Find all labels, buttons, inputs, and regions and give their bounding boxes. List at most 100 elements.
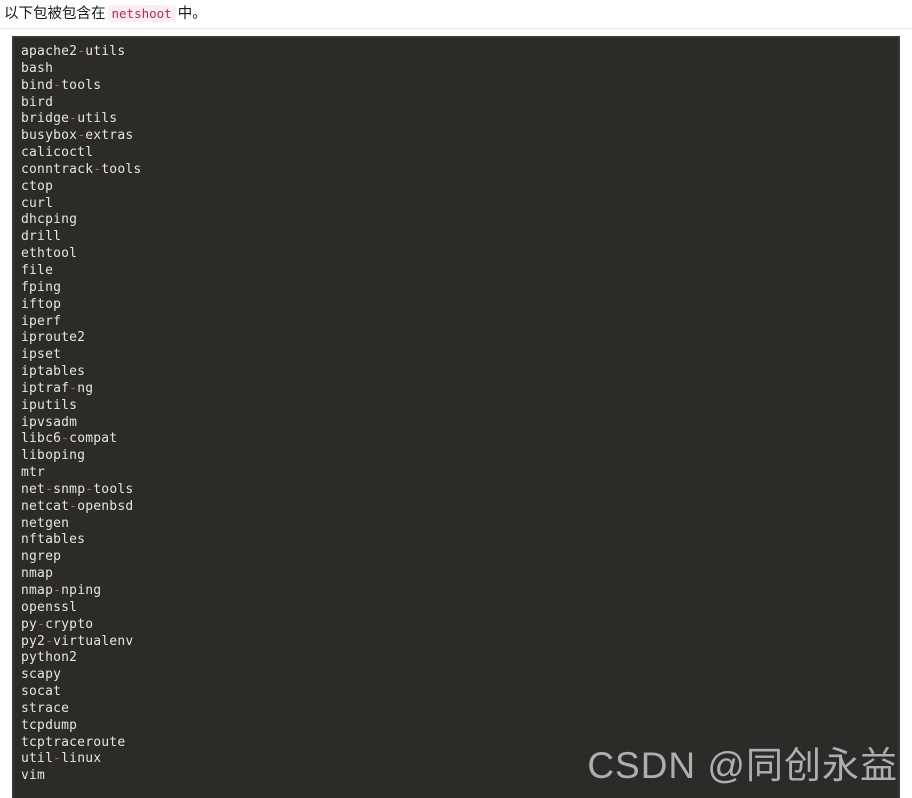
package-name-segment: calicoctl — [21, 145, 94, 161]
package-name-segment: utils — [77, 111, 118, 127]
package-line: busybox-extras — [21, 128, 898, 145]
header-paragraph: 以下包被包含在 netshoot 中。 — [4, 5, 207, 22]
package-name-segment: fping — [21, 279, 62, 295]
package-line: ipvsadm — [21, 415, 898, 432]
package-line: libc6-compat — [21, 431, 898, 448]
package-line: bind-tools — [21, 78, 898, 95]
package-line: curl — [21, 196, 898, 213]
package-name-segment: netcat — [21, 498, 70, 514]
package-name-segment: iftop — [21, 296, 62, 312]
hyphen-token: - — [77, 44, 86, 59]
package-line: nmap-nping — [21, 583, 898, 600]
package-name-segment: nftables — [21, 532, 86, 548]
package-line: conntrack-tools — [21, 162, 898, 179]
package-name-segment: tcptraceroute — [21, 734, 126, 750]
package-name-segment: libc6 — [21, 431, 62, 447]
package-name-segment: net — [21, 481, 46, 497]
hyphen-token: - — [69, 111, 78, 127]
package-name-segment: mtr — [21, 465, 46, 481]
inline-code-netshoot: netshoot — [107, 5, 176, 22]
package-line: netgen — [21, 516, 898, 533]
hyphen-token: - — [69, 498, 78, 514]
package-line: bird — [21, 95, 898, 112]
package-name-segment: bind — [21, 77, 54, 93]
package-line: py2-virtualenv — [21, 634, 898, 651]
hyphen-token: - — [69, 380, 78, 396]
package-line: ngrep — [21, 549, 898, 566]
package-name-segment: netgen — [21, 515, 70, 531]
package-name-segment: strace — [21, 700, 70, 716]
package-line: strace — [21, 701, 898, 718]
package-name-segment: tools — [101, 161, 142, 177]
header-text-after: 中。 — [177, 6, 207, 22]
package-name-segment: file — [21, 262, 54, 278]
package-list: apache2-utils bash bind-tools bird bridge-ut… — [18, 44, 898, 785]
document-header: 以下包被包含在 netshoot 中。 — [0, 0, 912, 29]
package-name-segment: drill — [21, 229, 62, 245]
package-line: vim — [21, 768, 898, 785]
package-name-segment: ctop — [21, 178, 54, 194]
package-name-segment: py — [21, 616, 38, 632]
header-text-before: 以下包被包含在 — [4, 6, 106, 22]
package-line: fping — [21, 280, 898, 297]
package-name-segment: tcpdump — [21, 717, 78, 733]
package-name-segment: bridge — [21, 111, 70, 127]
package-line: apache2-utils — [21, 44, 898, 61]
package-name-segment: ng — [77, 380, 94, 396]
package-line: py-crypto — [21, 617, 898, 634]
package-line: openssl — [21, 600, 898, 617]
package-line: nmap — [21, 566, 898, 583]
package-line: bridge-utils — [21, 111, 898, 128]
package-name-segment: liboping — [21, 448, 86, 464]
package-line: iproute2 — [21, 330, 898, 347]
package-name-segment: dhcping — [21, 212, 78, 228]
package-name-segment: bash — [21, 60, 54, 76]
package-line: ctop — [21, 179, 898, 196]
package-name-segment: busybox — [21, 128, 78, 144]
hyphen-token: - — [53, 583, 62, 598]
package-name-segment: iputils — [21, 397, 78, 413]
package-name-segment: ngrep — [21, 549, 62, 565]
package-name-segment: nmap — [21, 583, 54, 598]
package-name-segment: compat — [69, 431, 118, 447]
package-line: python2 — [21, 650, 898, 667]
package-name-segment: virtualenv — [53, 633, 134, 649]
hyphen-token: - — [45, 481, 54, 497]
hyphen-token: - — [53, 751, 62, 767]
package-line: tcptraceroute — [21, 735, 898, 752]
package-line: iptables — [21, 364, 898, 381]
package-line: iputils — [21, 398, 898, 415]
package-name-segment: openssl — [21, 599, 78, 615]
package-name-segment: scapy — [21, 667, 62, 683]
hyphen-token: - — [61, 431, 70, 447]
package-line: ethtool — [21, 246, 898, 263]
package-line: bash — [21, 61, 898, 78]
package-name-segment: linux — [61, 751, 102, 767]
package-name-segment: curl — [21, 195, 54, 211]
package-name-segment: conntrack — [21, 161, 94, 177]
package-name-segment: snmp — [53, 481, 86, 497]
package-name-segment: tools — [93, 481, 134, 497]
hyphen-token: - — [53, 77, 62, 93]
package-name-segment: nmap — [21, 566, 54, 582]
hyphen-token: - — [77, 128, 86, 144]
code-block[interactable]: apache2-utils bash bind-tools bird bridge-ut… — [12, 36, 900, 798]
package-line: mtr — [21, 465, 898, 482]
package-name-segment: iproute2 — [21, 330, 86, 346]
package-line: socat — [21, 684, 898, 701]
package-name-segment: iptables — [21, 364, 86, 380]
package-name-segment: py2 — [21, 633, 46, 649]
package-line: nftables — [21, 532, 898, 549]
package-name-segment: bird — [21, 94, 54, 110]
package-name-segment: vim — [21, 768, 46, 784]
package-line: netcat-openbsd — [21, 499, 898, 516]
package-line: file — [21, 263, 898, 280]
package-name-segment: ethtool — [21, 246, 78, 262]
package-line: iftop — [21, 297, 898, 314]
package-name-segment: util — [21, 751, 54, 767]
package-name-segment: iptraf — [21, 380, 70, 396]
package-name-segment: extras — [85, 128, 134, 144]
package-line: util-linux — [21, 751, 898, 768]
package-line: drill — [21, 229, 898, 246]
package-line: dhcping — [21, 212, 898, 229]
